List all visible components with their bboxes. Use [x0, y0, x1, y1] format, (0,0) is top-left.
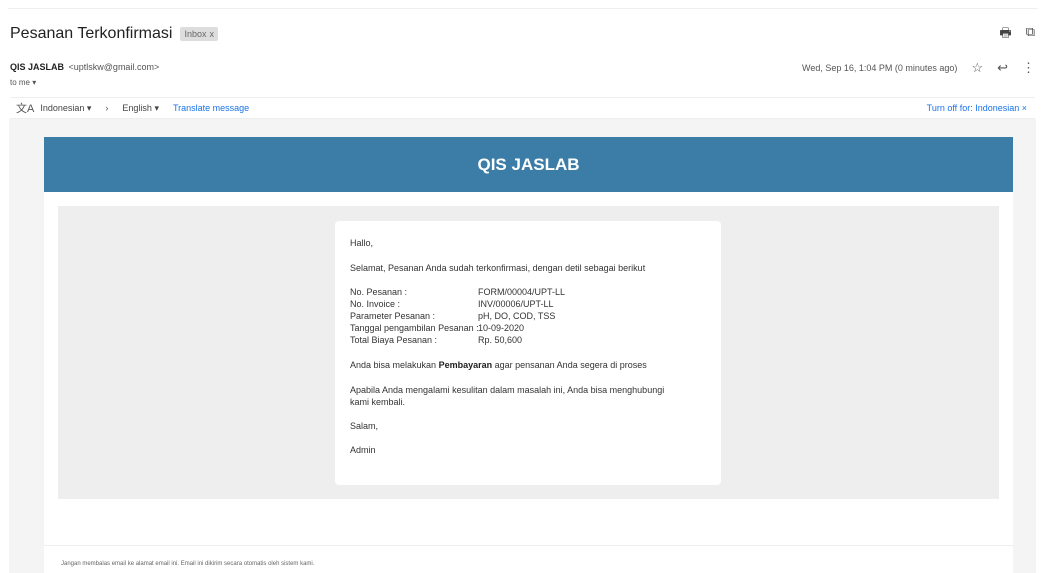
translate-bar: 文A Indonesian ▾ › English ▾ Translate me…	[10, 97, 1035, 119]
sender-row: QIS JASLAB <uptlskw@gmail.com>	[10, 62, 159, 72]
top-divider	[8, 8, 1037, 9]
chevron-down-icon: ▾	[32, 78, 37, 87]
greeting: Hallo,	[350, 238, 374, 248]
subject-row: Pesanan Terkonfirmasi Inbox x 🖶 ⧉	[10, 22, 1035, 46]
reply-icon[interactable]: ↩	[997, 60, 1008, 76]
top-actions: 🖶 ⧉	[999, 24, 1035, 46]
footer-note: Jangan membalas email ke alamat email in…	[61, 561, 315, 567]
more-vert-icon[interactable]: ⋮	[1022, 60, 1035, 76]
help-text-line1: Apabila Anda mengalami kesulitan dalam m…	[350, 385, 665, 395]
closing-text: Salam,	[350, 421, 379, 431]
print-icon[interactable]: 🖶	[999, 24, 1011, 46]
detail-label: No. Invoice :	[350, 299, 401, 309]
payment-text: Anda bisa melakukan Pembayaran agar pens…	[350, 360, 647, 370]
help-text-line2: kami kembali.	[350, 397, 406, 407]
intro-text: Selamat, Pesanan Anda sudah terkonfirmas…	[350, 263, 646, 273]
recipient-dropdown[interactable]: to me ▾	[10, 78, 36, 87]
detail-value: INV/00006/UPT-LL	[478, 299, 554, 309]
date-and-actions: Wed, Sep 16, 1:04 PM (0 minutes ago) ☆ ↩…	[802, 60, 1035, 76]
signature: Admin	[350, 445, 376, 455]
email-body: QIS JASLAB Hallo, Selamat, Pesanan Anda …	[9, 119, 1036, 573]
detail-value: FORM/00004/UPT-LL	[478, 287, 566, 297]
sender-name[interactable]: QIS JASLAB	[10, 62, 64, 72]
translate-icon: 文A	[16, 103, 35, 115]
banner-title: QIS JASLAB	[477, 154, 580, 174]
target-language-select[interactable]: English ▾	[122, 103, 159, 114]
to-text: to me	[10, 78, 31, 87]
detail-label: No. Pesanan :	[350, 287, 408, 297]
star-icon[interactable]: ☆	[971, 60, 983, 76]
sender-email: <uptlskw@gmail.com>	[68, 62, 160, 72]
message-card: Hallo, Selamat, Pesanan Anda sudah terko…	[335, 221, 721, 485]
inbox-label-text: Inbox	[184, 29, 207, 39]
payment-emphasis: Pembayaran	[438, 360, 493, 370]
email-date: Wed, Sep 16, 1:04 PM (0 minutes ago)	[802, 63, 958, 73]
open-in-new-icon[interactable]: ⧉	[1026, 24, 1035, 46]
footer-divider	[44, 545, 1013, 546]
detail-value: Rp. 50,600	[478, 335, 523, 345]
email-content: Hallo, Selamat, Pesanan Anda sudah terko…	[44, 192, 1013, 573]
remove-label-button[interactable]: x	[209, 29, 214, 39]
chevron-right-icon: ›	[105, 103, 109, 113]
inbox-label-chip[interactable]: Inbox x	[180, 27, 218, 41]
detail-label: Parameter Pesanan :	[350, 311, 436, 321]
message-container: Hallo, Selamat, Pesanan Anda sudah terko…	[58, 206, 999, 499]
email-subject: Pesanan Terkonfirmasi	[10, 25, 173, 42]
detail-value: 10-09-2020	[478, 323, 525, 333]
email-banner: QIS JASLAB	[44, 137, 1013, 192]
detail-label: Total Biaya Pesanan :	[350, 335, 438, 345]
detail-label: Tanggal pengambilan Pesanan :	[350, 323, 479, 333]
turn-off-translation-link[interactable]: Turn off for: Indonesian ×	[927, 103, 1027, 113]
detail-value: pH, DO, COD, TSS	[478, 311, 556, 321]
source-language-select[interactable]: Indonesian ▾	[40, 103, 91, 114]
translate-message-link[interactable]: Translate message	[173, 103, 249, 113]
